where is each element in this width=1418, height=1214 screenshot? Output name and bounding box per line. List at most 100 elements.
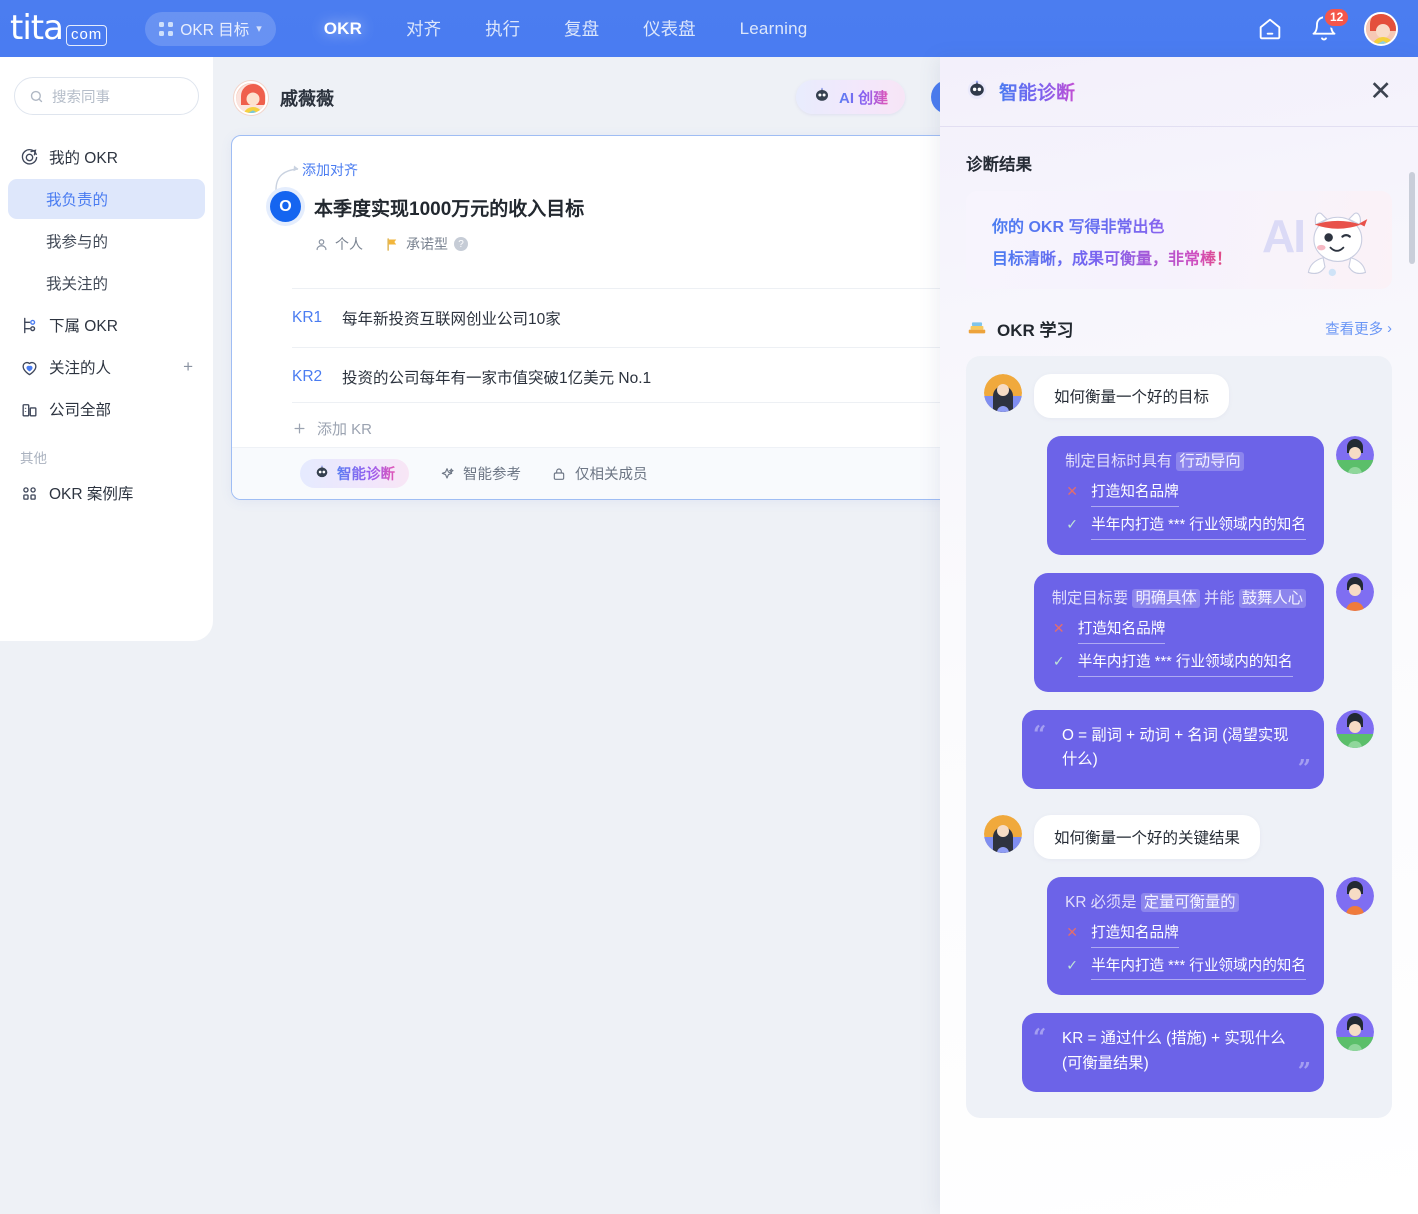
answer-example-text: 半年内打造 *** 行业领域内的知名 bbox=[1077, 653, 1293, 677]
books-icon bbox=[966, 315, 988, 342]
sidebar-nav-list: 我的 OKR 我负责的 我参与的 我关注的 下属 OKR 关注的人 + 公司全部… bbox=[0, 137, 213, 513]
panel-scrollbar-thumb[interactable] bbox=[1409, 172, 1415, 264]
sidebar-item-label: 我关注的 bbox=[46, 276, 109, 293]
sidebar-item-label: 下属 OKR bbox=[49, 318, 118, 335]
okr-learning-header: OKR 学习 查看更多 › bbox=[940, 289, 1418, 342]
nav-item-execute[interactable]: 执行 bbox=[471, 10, 534, 47]
help-icon[interactable]: ? bbox=[454, 237, 468, 251]
nav-item-align[interactable]: 对齐 bbox=[392, 10, 455, 47]
okr-target-selector[interactable]: OKR 目标 ▾ bbox=[145, 11, 276, 46]
sidebar-item-subordinate-okr[interactable]: 下属 OKR bbox=[8, 305, 205, 345]
quote-open-icon: “ bbox=[1033, 1024, 1047, 1052]
smart-diagnosis-panel: 智能诊断 ✕ 诊断结果 AI 你的 OKR 写得非常出色 目标清晰，成果可衡量，… bbox=[940, 57, 1418, 1214]
objective-type-label: 承诺型 bbox=[406, 236, 448, 252]
smart-reference-button[interactable]: 智能参考 bbox=[439, 463, 521, 484]
search-icon bbox=[30, 90, 43, 102]
add-alignment-link[interactable]: 添加对齐 bbox=[302, 160, 358, 180]
diagnosis-result-title: 诊断结果 bbox=[966, 156, 1032, 174]
objective-title[interactable]: 本季度实现1000万元的收入目标 bbox=[314, 194, 584, 221]
answer-headline-mid: 并能 bbox=[1199, 589, 1239, 607]
chat-quote-bubble: “ O = 副词 + 动词 + 名词 (渴望实现什么) ” bbox=[1022, 709, 1324, 789]
answer-headline: KR 必须是 定量可衡量的 bbox=[1065, 892, 1306, 913]
list-item: “ KR = 通过什么 (措施) + 实现什么 (可衡量结果) ” bbox=[984, 1013, 1374, 1093]
list-item: 制定目标时具有 行动导向 ✕ 打造知名品牌 ✓ 半年内打造 *** 行业领域内的… bbox=[984, 436, 1374, 555]
okr-learning-title: OKR 学习 bbox=[997, 321, 1074, 340]
person-icon bbox=[316, 238, 327, 250]
answer-good-example: ✓ 半年内打造 *** 行业领域内的知名 bbox=[1065, 957, 1306, 981]
sidebar-item-label: 我的 OKR bbox=[49, 150, 118, 167]
chat-quote-bubble: “ KR = 通过什么 (措施) + 实现什么 (可衡量结果) ” bbox=[1022, 1013, 1324, 1093]
chat-answer-bubble: KR 必须是 定量可衡量的 ✕ 打造知名品牌 ✓ 半年内打造 *** 行业领域内… bbox=[1047, 876, 1324, 996]
sidebar-item-label: 我负责的 bbox=[46, 192, 109, 209]
smart-diagnosis-label: 智能诊断 bbox=[337, 463, 395, 484]
answer-bad-example: ✕ 打造知名品牌 bbox=[1065, 924, 1306, 948]
objective-scope[interactable]: 个人 bbox=[314, 234, 363, 254]
home-icon[interactable] bbox=[1256, 15, 1284, 43]
user-avatar[interactable] bbox=[1364, 11, 1398, 46]
view-more-link[interactable]: 查看更多 › bbox=[1325, 318, 1392, 339]
sparkle-icon bbox=[441, 467, 454, 479]
add-kr-label: 添加 KR bbox=[317, 421, 373, 438]
sidebar-item-followed-people[interactable]: 关注的人 + bbox=[8, 347, 205, 387]
robot-icon bbox=[813, 86, 831, 109]
answer-headline-pre: 制定目标要 bbox=[1051, 589, 1133, 607]
objective-type[interactable]: 承诺型 ? bbox=[385, 234, 468, 254]
primary-nav-links: OKR 对齐 执行 复盘 仪表盘 Learning bbox=[302, 10, 830, 47]
app-logo[interactable]: tita com bbox=[10, 11, 108, 46]
robot-icon bbox=[314, 464, 330, 484]
sidebar-item-following[interactable]: 我关注的 bbox=[8, 263, 205, 303]
sidebar-item-my-okr[interactable]: 我的 OKR bbox=[8, 137, 205, 177]
grid-icon bbox=[159, 21, 174, 36]
answer-headline-pre: KR 必须是 bbox=[1065, 893, 1141, 911]
avatar bbox=[1336, 876, 1374, 915]
diagnosis-line-2: 目标清晰，成果可衡量，非常棒！ bbox=[992, 245, 1232, 269]
notifications-bell-icon[interactable]: 12 bbox=[1310, 6, 1351, 43]
search-colleagues-input[interactable]: 搜索同事 bbox=[14, 77, 199, 115]
avatar bbox=[1336, 1013, 1374, 1052]
nav-item-dashboard[interactable]: 仪表盘 bbox=[629, 10, 710, 47]
sidebar-section-other: 其他 bbox=[20, 451, 47, 466]
panel-title: 智能诊断 bbox=[999, 78, 1075, 105]
diagnosis-result-card: AI 你的 OKR 写得非常出色 目标清晰，成果可衡量，非常棒！ bbox=[966, 191, 1392, 289]
diagnosis-line-1: 你的 OKR 写得非常出色 bbox=[992, 213, 1164, 237]
objective-scope-label: 个人 bbox=[335, 236, 363, 252]
flag-icon bbox=[387, 237, 397, 251]
ai-create-label: AI 创建 bbox=[839, 87, 888, 108]
close-icon[interactable]: ✕ bbox=[1369, 78, 1392, 105]
org-tree-icon bbox=[20, 316, 39, 335]
kr-text: 每年新投资互联网创业公司10家 bbox=[342, 311, 561, 328]
add-followed-person-button[interactable]: + bbox=[183, 357, 193, 377]
list-item: “ O = 副词 + 动词 + 名词 (渴望实现什么) ” bbox=[984, 709, 1374, 789]
left-sidebar: 搜索同事 我的 OKR 我负责的 我参与的 我关注的 下属 OKR 关注的人 +… bbox=[0, 57, 213, 641]
search-placeholder: 搜索同事 bbox=[52, 89, 110, 106]
avatar[interactable] bbox=[234, 81, 268, 115]
nav-right-actions: 12 bbox=[1256, 6, 1398, 46]
sidebar-item-participating[interactable]: 我参与的 bbox=[8, 221, 205, 261]
nav-item-okr[interactable]: OKR bbox=[310, 13, 376, 45]
sidebar-item-company-all[interactable]: 公司全部 bbox=[8, 389, 205, 429]
answer-example-text: 半年内打造 *** 行业领域内的知名 bbox=[1091, 516, 1306, 540]
ai-create-button[interactable]: AI 创建 bbox=[796, 80, 906, 114]
smart-diagnosis-button[interactable]: 智能诊断 bbox=[300, 459, 409, 488]
sidebar-item-owned-by-me[interactable]: 我负责的 bbox=[8, 179, 205, 219]
visibility-button[interactable]: 仅相关成员 bbox=[551, 463, 648, 484]
answer-bad-example: ✕ 打造知名品牌 bbox=[1065, 483, 1306, 508]
mascot-illustration bbox=[1307, 212, 1368, 277]
avatar bbox=[984, 374, 1022, 412]
quote-close-icon: ” bbox=[1297, 754, 1311, 782]
answer-headline: 制定目标时具有 行动导向 bbox=[1065, 451, 1306, 472]
visibility-label: 仅相关成员 bbox=[575, 467, 648, 483]
notification-count-badge: 12 bbox=[1323, 6, 1351, 28]
nav-item-learning[interactable]: Learning bbox=[726, 13, 822, 45]
chevron-down-icon: ▾ bbox=[256, 23, 262, 35]
chat-question-bubble: 如何衡量一个好的关键结果 bbox=[1034, 814, 1261, 859]
answer-example-text: 打造知名品牌 bbox=[1077, 620, 1166, 644]
cross-icon: ✕ bbox=[1066, 483, 1078, 500]
sidebar-item-label: 公司全部 bbox=[49, 402, 112, 419]
nav-item-review[interactable]: 复盘 bbox=[550, 10, 613, 47]
objective-meta: 个人 承诺型 ? bbox=[314, 234, 468, 254]
panel-header: 智能诊断 ✕ bbox=[940, 57, 1418, 127]
top-navigation-bar: tita com OKR 目标 ▾ OKR 对齐 执行 复盘 仪表盘 Learn… bbox=[0, 0, 1418, 57]
okr-learning-chat: 如何衡量一个好的目标 制定目标时具有 行动导向 ✕ 打造知名品牌 ✓ 半年内打造… bbox=[966, 356, 1392, 1119]
sidebar-item-okr-case-library[interactable]: OKR 案例库 bbox=[8, 473, 205, 513]
